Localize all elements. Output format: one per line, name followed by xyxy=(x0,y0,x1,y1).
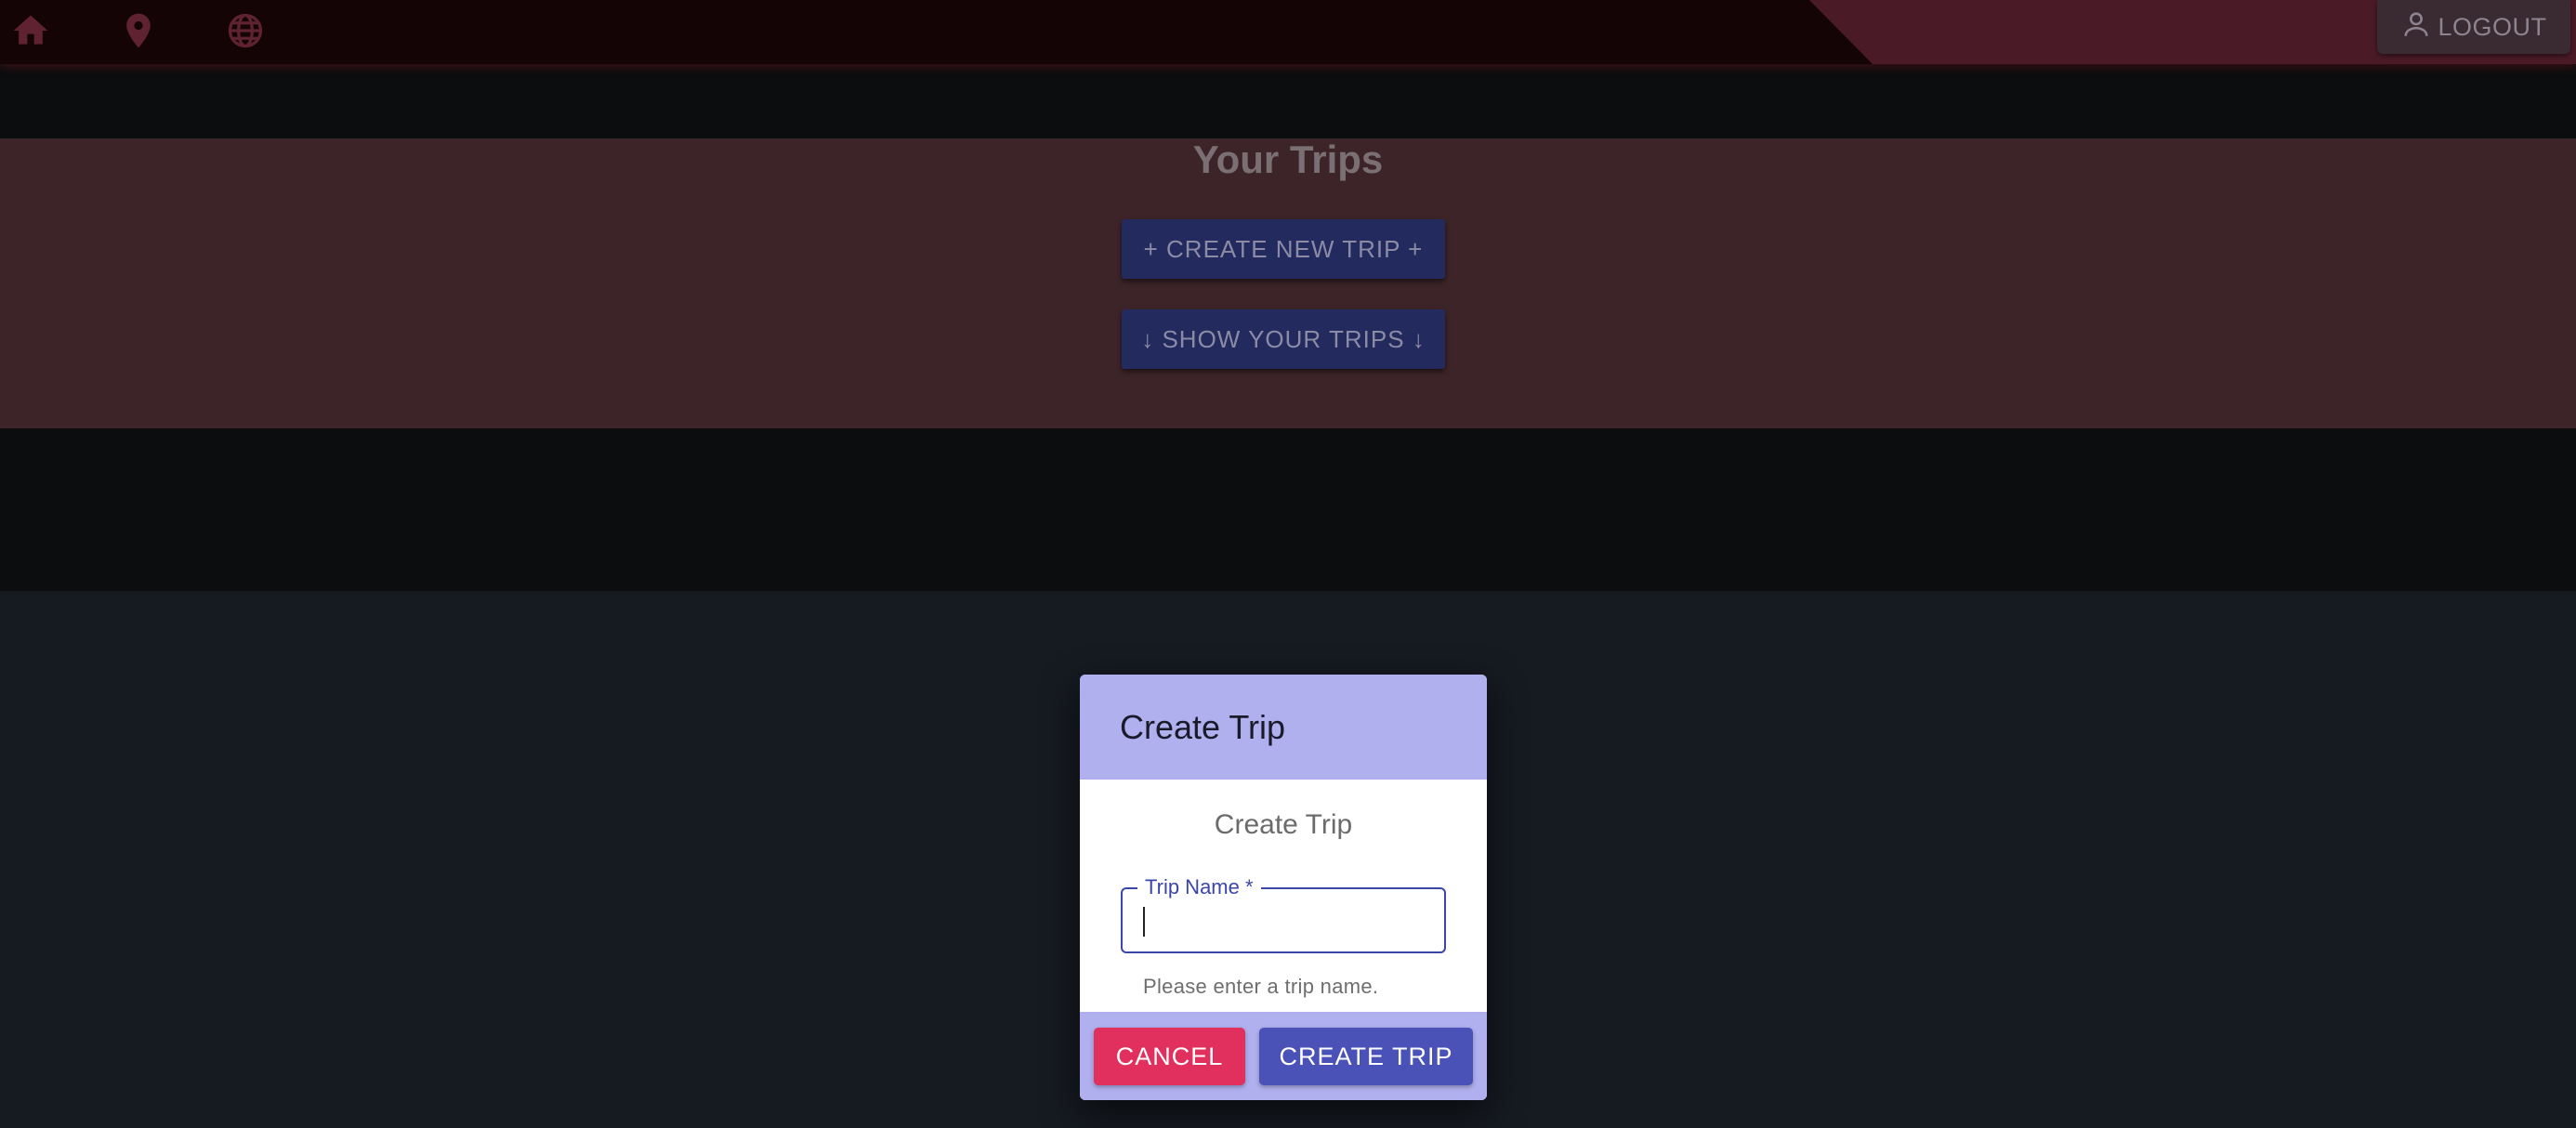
dialog-subtitle: Create Trip xyxy=(1214,809,1353,840)
trip-name-helper-text: Please enter a trip name. xyxy=(1143,975,1379,998)
dialog-title: Create Trip xyxy=(1080,675,1487,780)
globe-icon[interactable] xyxy=(221,7,269,55)
location-pin-icon[interactable] xyxy=(114,7,163,55)
home-icon[interactable] xyxy=(7,7,55,55)
dialog-body: Create Trip Trip Name * Please enter a t… xyxy=(1080,780,1487,1012)
page-title: Your Trips xyxy=(1192,138,1384,181)
cancel-button[interactable]: CANCEL xyxy=(1094,1028,1245,1085)
create-new-trip-button[interactable]: + CREATE NEW TRIP + xyxy=(1122,219,1445,279)
dialog-actions: CANCEL CREATE TRIP xyxy=(1080,1012,1487,1100)
user-icon xyxy=(2400,8,2432,46)
trip-name-field[interactable]: Trip Name * xyxy=(1121,875,1446,953)
top-app-bar: LOGOUT xyxy=(0,0,2576,64)
create-trip-dialog: Create Trip Create Trip Trip Name * Plea… xyxy=(1080,675,1487,1100)
create-trip-button[interactable]: CREATE TRIP xyxy=(1259,1028,1473,1085)
text-cursor xyxy=(1143,907,1145,937)
logout-button[interactable]: LOGOUT xyxy=(2377,0,2570,54)
show-trips-button[interactable]: ↓ SHOW YOUR TRIPS ↓ xyxy=(1122,309,1445,369)
trip-name-input[interactable] xyxy=(1123,889,1444,951)
logout-label: LOGOUT xyxy=(2438,12,2547,41)
